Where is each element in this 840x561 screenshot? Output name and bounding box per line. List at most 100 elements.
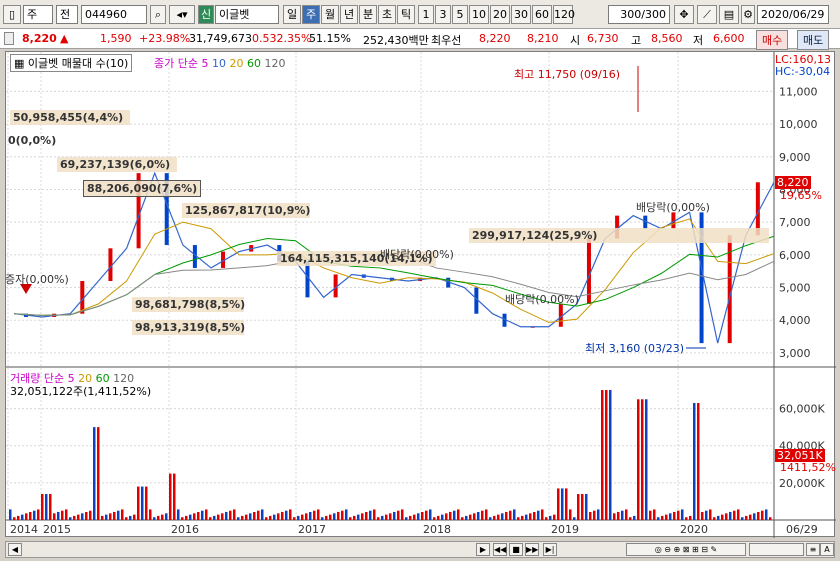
code-kind-select[interactable]: 전 — [56, 5, 78, 24]
scroll-left-icon[interactable]: ◀ — [8, 543, 22, 556]
period-1[interactable]: 주 — [302, 5, 320, 24]
expand-icon[interactable] — [4, 32, 14, 45]
vol-tick-label: 20,000K — [779, 477, 825, 490]
volume-bar — [381, 515, 384, 520]
tick-120[interactable]: 120 — [553, 5, 575, 24]
volume-bar — [305, 513, 308, 520]
crosshair-icon[interactable]: ✥ — [674, 5, 694, 24]
volume-bar — [157, 515, 160, 520]
scroll-right-icon[interactable]: ▶ — [476, 543, 490, 556]
save-icon[interactable]: ▤ — [719, 5, 739, 24]
volume-bar — [481, 510, 484, 520]
market-select[interactable]: 주 — [23, 5, 53, 24]
sound-icon[interactable]: ◂▾ — [169, 5, 195, 24]
gear-icon[interactable]: ⚙ — [741, 5, 755, 24]
period-5[interactable]: 초 — [378, 5, 396, 24]
period-3[interactable]: 년 — [340, 5, 358, 24]
chart-type-icon[interactable]: ▯ — [3, 5, 21, 24]
volume-bar — [49, 494, 52, 520]
y-tick-label: 4,000 — [779, 314, 811, 327]
volume-bar — [125, 517, 128, 520]
volume-bar — [429, 509, 432, 520]
period-6[interactable]: 틱 — [397, 5, 415, 24]
tick-3[interactable]: 3 — [435, 5, 451, 24]
y-tick-label: 7,000 — [779, 216, 811, 229]
volume-bar — [289, 509, 292, 520]
tick-1[interactable]: 1 — [418, 5, 434, 24]
fast-forward-icon[interactable]: ▶▶ — [525, 543, 539, 556]
tick-60[interactable]: 60 — [532, 5, 552, 24]
volume-bar — [769, 517, 772, 520]
volume-bar — [205, 509, 208, 520]
volume-bar — [361, 513, 364, 520]
menu-icon[interactable]: ≡ — [806, 543, 820, 556]
volume-bar — [365, 512, 368, 520]
hc-label: HC:-30,04 — [775, 65, 831, 78]
chart-scrollbar[interactable]: ◀ ▶ ◀◀ ■ ▶▶ ▶| ◎ ⊖ ⊕ ⊠ ⊞ ⊟ ✎ ≡ A — [5, 541, 835, 558]
volume-bar — [737, 509, 740, 520]
volume-bar — [657, 517, 660, 520]
buy-button[interactable]: 매수 — [756, 30, 789, 50]
volume-bar — [141, 486, 144, 520]
rewind-icon[interactable]: ◀◀ — [493, 543, 507, 556]
volume-bar — [329, 514, 332, 520]
volume-bar — [721, 514, 724, 520]
tool-icons[interactable]: ◎ ⊖ ⊕ ⊠ ⊞ ⊟ ✎ — [626, 543, 746, 556]
volume-bar — [117, 510, 120, 520]
zoom-slider[interactable] — [749, 543, 804, 556]
stock-name-field[interactable]: 이글벳 — [215, 5, 279, 24]
price-volume-chart[interactable]: 11,00010,0009,0008,0007,0006,0005,0004,0… — [6, 52, 836, 538]
volume-bar — [577, 494, 580, 520]
tick-10[interactable]: 10 — [469, 5, 489, 24]
high-value: 8,560 — [651, 32, 683, 45]
volume-bar — [409, 515, 412, 520]
end-icon[interactable]: ▶| — [543, 543, 557, 556]
stop-icon[interactable]: ■ — [509, 543, 523, 556]
code-input[interactable]: 044960 — [81, 5, 147, 24]
volume-bar — [489, 517, 492, 520]
volume-bar — [193, 513, 196, 520]
period-0[interactable]: 일 — [283, 5, 301, 24]
volume-bar — [129, 515, 132, 520]
tick-5[interactable]: 5 — [452, 5, 468, 24]
grid-icon: ▦ — [14, 57, 25, 70]
period-4[interactable]: 분 — [359, 5, 377, 24]
volume-bar — [229, 510, 232, 520]
high-label: 고 — [631, 34, 642, 47]
volume-bar — [209, 517, 212, 520]
volume-bar — [665, 514, 668, 520]
volume-bar — [613, 513, 616, 520]
volume-bar — [277, 513, 280, 520]
volume-bar — [121, 509, 124, 520]
volume-bar — [189, 514, 192, 520]
ma-120: 120 — [264, 57, 286, 70]
period-2[interactable]: 월 — [321, 5, 339, 24]
volume-bar — [573, 517, 576, 520]
volume-value: 31,749,673 — [189, 32, 252, 45]
chart-line-icon[interactable]: ⟋ — [697, 5, 717, 24]
count-field[interactable]: 300/300 — [608, 5, 670, 24]
text-icon[interactable]: A — [820, 543, 834, 556]
volume-bar — [293, 517, 296, 520]
volume-bar — [549, 515, 552, 520]
panel-title: ▦ 이글벳 매물대 수(10) — [10, 54, 133, 72]
volume-bar — [761, 510, 764, 520]
volume-bar — [149, 509, 152, 520]
volume-bar — [69, 517, 72, 520]
tick-20[interactable]: 20 — [490, 5, 510, 24]
tick-30[interactable]: 30 — [511, 5, 531, 24]
volume-bar — [341, 510, 344, 520]
volume-bar — [413, 514, 416, 520]
volume-bar — [337, 512, 340, 520]
volume-bar — [237, 517, 240, 520]
price-change: 1,590 — [100, 32, 132, 45]
sell-button[interactable]: 매도 — [797, 30, 830, 50]
volume-bar — [41, 494, 44, 520]
volume-bar — [57, 512, 60, 520]
date-field[interactable]: 2020/06/29 — [757, 5, 829, 24]
volume-bar — [477, 512, 480, 520]
volume-bar — [765, 509, 768, 520]
search-icon[interactable]: ⌕ — [150, 5, 166, 24]
volume-bar — [13, 517, 16, 520]
volume-bar — [745, 515, 748, 520]
